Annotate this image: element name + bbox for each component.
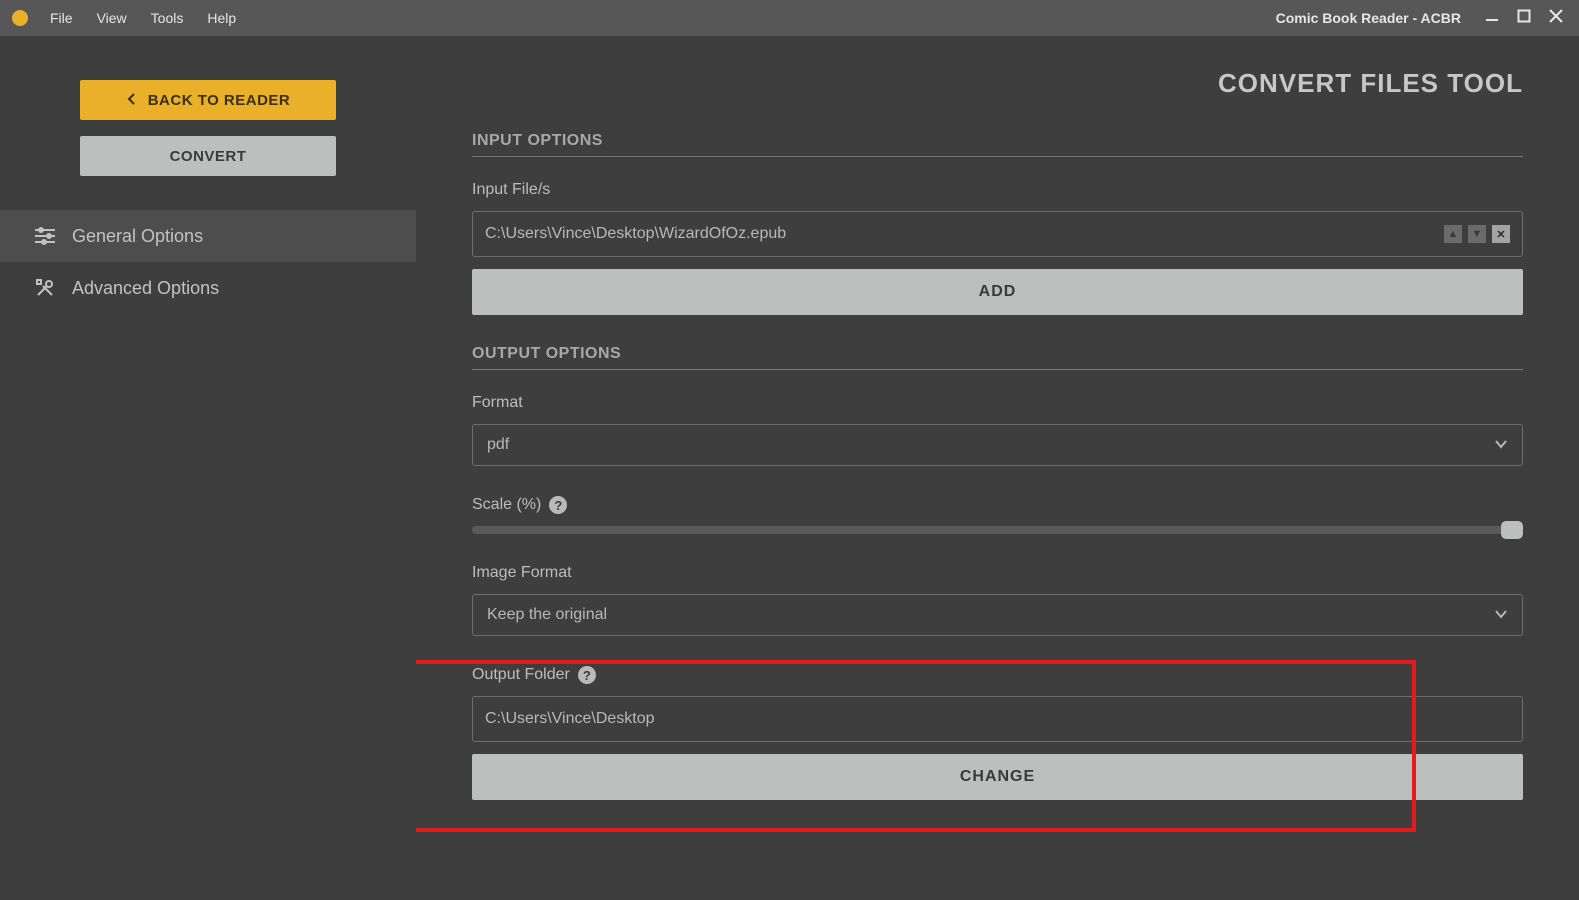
add-file-button[interactable]: ADD — [472, 269, 1523, 315]
sliders-icon — [34, 227, 56, 245]
output-folder-value: C:\Users\Vince\Desktop — [485, 710, 1510, 728]
move-up-icon[interactable]: ▲ — [1444, 225, 1462, 243]
sidebar-item-label: Advanced Options — [72, 278, 219, 299]
image-format-select[interactable]: Keep the original — [472, 594, 1523, 636]
format-select[interactable]: pdf — [472, 424, 1523, 466]
image-format-value: Keep the original — [487, 606, 1494, 624]
sidebar-item-label: General Options — [72, 226, 203, 247]
input-options-header: INPUT OPTIONS — [472, 132, 1523, 157]
chevron-left-icon — [126, 92, 138, 109]
format-label: Format — [472, 394, 1523, 412]
input-options-section: INPUT OPTIONS Input File/s C:\Users\Vinc… — [472, 132, 1523, 315]
input-files-label: Input File/s — [472, 181, 1523, 199]
sidebar-item-advanced-options[interactable]: Advanced Options — [0, 262, 416, 314]
image-format-label: Image Format — [472, 564, 1523, 582]
app-title: Comic Book Reader - ACBR — [1276, 10, 1461, 26]
convert-label: CONVERT — [170, 148, 247, 165]
output-options-section: OUTPUT OPTIONS Format pdf Scale (%) ? — [472, 345, 1523, 800]
help-icon[interactable]: ? — [578, 666, 596, 684]
output-folder-label: Output Folder ? — [472, 666, 1523, 684]
help-icon[interactable]: ? — [549, 496, 567, 514]
titlebar: File View Tools Help Comic Book Reader -… — [0, 0, 1579, 36]
back-to-reader-label: BACK TO READER — [148, 92, 291, 109]
sidebar-item-general-options[interactable]: General Options — [0, 210, 416, 262]
close-icon[interactable] — [1549, 9, 1563, 28]
chevron-down-icon — [1494, 436, 1508, 454]
input-file-path: C:\Users\Vince\Desktop\WizardOfOz.epub — [485, 225, 1444, 243]
menu-file[interactable]: File — [38, 0, 85, 36]
remove-file-icon[interactable]: ✕ — [1492, 225, 1510, 243]
menu-view[interactable]: View — [85, 0, 139, 36]
format-value: pdf — [487, 436, 1494, 454]
add-file-label: ADD — [979, 283, 1017, 301]
chevron-down-icon — [1494, 606, 1508, 624]
page-title: CONVERT FILES TOOL — [1218, 68, 1523, 99]
input-file-row: C:\Users\Vince\Desktop\WizardOfOz.epub ▲… — [472, 211, 1523, 257]
sidebar: BACK TO READER CONVERT General Options — [0, 36, 416, 900]
main-panel: CONVERT FILES TOOL INPUT OPTIONS Input F… — [416, 36, 1579, 900]
move-down-icon[interactable]: ▼ — [1468, 225, 1486, 243]
change-folder-label: CHANGE — [960, 768, 1035, 786]
menu-tools[interactable]: Tools — [139, 0, 196, 36]
menu-bar: File View Tools Help — [38, 0, 248, 36]
tools-icon — [34, 278, 56, 298]
output-folder-field[interactable]: C:\Users\Vince\Desktop — [472, 696, 1523, 742]
window-controls — [1477, 9, 1571, 28]
menu-help[interactable]: Help — [195, 0, 248, 36]
convert-button[interactable]: CONVERT — [80, 136, 336, 176]
change-folder-button[interactable]: CHANGE — [472, 754, 1523, 800]
slider-thumb[interactable] — [1501, 521, 1523, 539]
back-to-reader-button[interactable]: BACK TO READER — [80, 80, 336, 120]
maximize-icon[interactable] — [1517, 9, 1531, 28]
app-icon — [12, 10, 28, 26]
output-options-header: OUTPUT OPTIONS — [472, 345, 1523, 370]
minimize-icon[interactable] — [1485, 9, 1499, 28]
scale-slider[interactable] — [472, 526, 1523, 534]
scale-label: Scale (%) ? — [472, 496, 1523, 514]
